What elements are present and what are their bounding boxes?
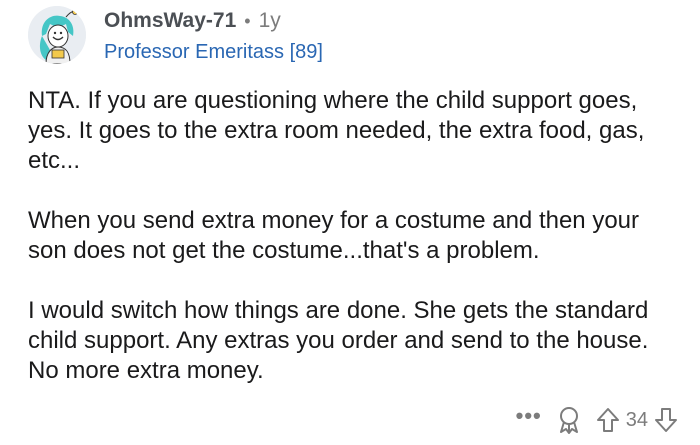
comment-paragraph: When you send extra money for a costume …	[28, 207, 640, 264]
comment-paragraph: I would switch how things are done. She …	[28, 297, 649, 384]
comment-age: 1y	[258, 9, 281, 32]
comment-paragraph: NTA. If you are questioning where the ch…	[28, 87, 645, 174]
avatar-image	[28, 6, 86, 64]
vote-controls: 34	[596, 407, 678, 433]
comment-body: NTA. If you are questioning where the ch…	[28, 86, 678, 416]
comment-header: OhmsWay-71 • 1y Professor Emeritass [89]	[104, 8, 323, 65]
more-options-icon[interactable]: •••	[516, 403, 542, 437]
upvote-icon[interactable]	[596, 407, 620, 433]
username[interactable]: OhmsWay-71	[104, 8, 236, 34]
vote-count: 34	[625, 408, 648, 431]
comment-meta: OhmsWay-71 • 1y	[104, 8, 323, 34]
avatar[interactable]	[28, 6, 86, 64]
award-icon[interactable]	[556, 406, 582, 434]
comment-actions: ••• 34	[516, 403, 678, 437]
downvote-icon[interactable]	[654, 407, 678, 433]
user-flair: Professor Emeritass [89]	[104, 41, 323, 63]
meta-separator: •	[244, 11, 251, 31]
